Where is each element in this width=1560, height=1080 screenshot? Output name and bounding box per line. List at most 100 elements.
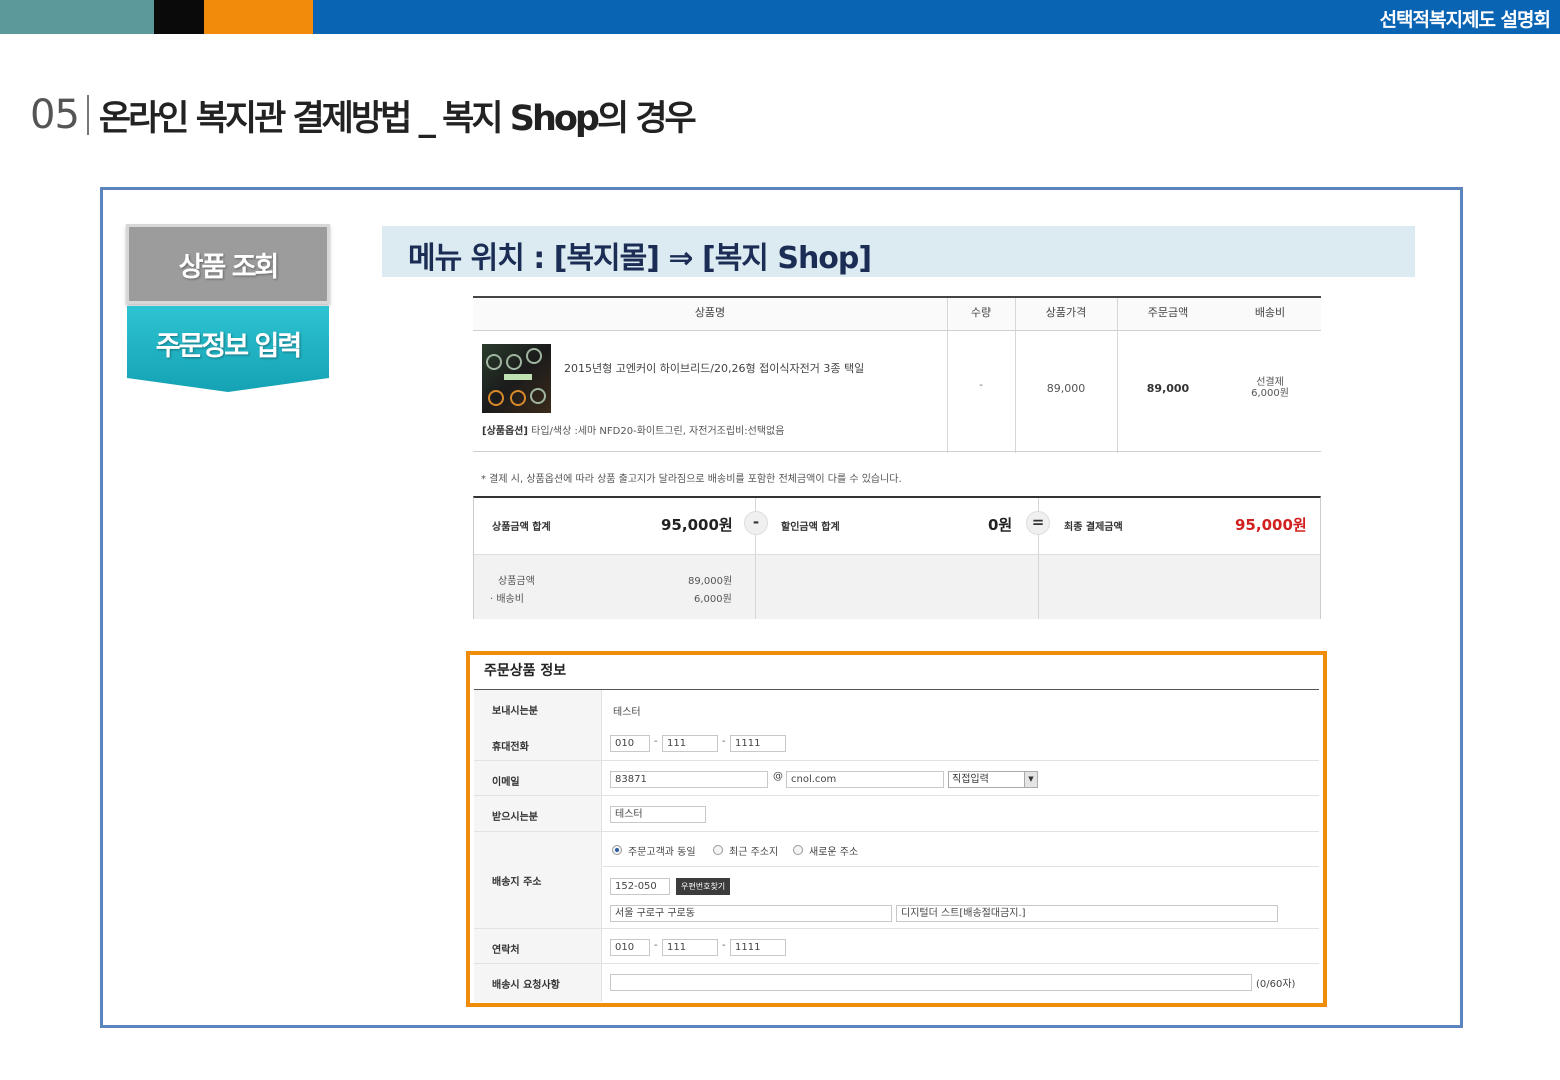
email-label: 이메일 bbox=[492, 777, 520, 788]
step-order-info-entry: 주문정보 입력 bbox=[127, 306, 329, 392]
banner-black-segment bbox=[154, 0, 204, 34]
email-domain-select[interactable]: 직접입력 ▼ bbox=[948, 771, 1038, 788]
contact-label: 연락처 bbox=[492, 945, 520, 956]
dash-separator: - bbox=[722, 736, 726, 747]
breakdown-product-label: 상품금액 bbox=[498, 576, 535, 587]
totals-breakdown-area bbox=[474, 554, 1320, 619]
dash-separator: - bbox=[722, 940, 726, 951]
bike-wheel-icon bbox=[488, 390, 504, 406]
delivery-request-input[interactable] bbox=[610, 974, 1252, 991]
step-product-search: 상품 조회 bbox=[126, 224, 330, 304]
menu-location-banner: 메뉴 위치 : [복지몰] ⇒ [복지 Shop] bbox=[382, 226, 1415, 277]
product-price: 89,000 bbox=[1046, 382, 1086, 395]
row-divider bbox=[603, 866, 1319, 867]
email-id-input[interactable]: 83871 bbox=[610, 771, 768, 788]
mobile-label: 휴대전화 bbox=[492, 742, 529, 753]
mobile-part1-input[interactable]: 010 bbox=[610, 735, 650, 752]
product-option: [상품옵션] 타입/색상 :세마 NFD20-화이트그린, 자전거조립비:선택없… bbox=[482, 422, 784, 437]
product-total-label: 상품금액 합계 bbox=[492, 522, 551, 533]
order-info-title: 주문상품 정보 bbox=[484, 663, 567, 679]
banner-blue-segment bbox=[313, 0, 1560, 34]
contact-part3-input[interactable]: 1111 bbox=[730, 939, 786, 956]
row-divider bbox=[474, 963, 1319, 964]
step-order-info-label: 주문정보 입력 bbox=[155, 331, 302, 362]
receiver-input[interactable]: 테스터 bbox=[610, 806, 706, 823]
sender-label: 보내시는분 bbox=[492, 706, 538, 717]
banner-orange-segment bbox=[204, 0, 313, 34]
address-label: 배송지 주소 bbox=[492, 877, 542, 888]
breakdown-shipping-label: · 배송비 bbox=[490, 594, 524, 605]
zipcode-input[interactable]: 152-050 bbox=[610, 878, 670, 895]
discount-total-value: 0원 bbox=[988, 516, 1013, 534]
row-divider bbox=[474, 831, 1319, 832]
request-char-counter: (0/60자) bbox=[1256, 979, 1296, 990]
col-divider bbox=[1117, 298, 1118, 453]
address2-input[interactable]: 디지털더 스트[배송절대금지.] bbox=[896, 905, 1278, 922]
bike-wheel-icon bbox=[506, 354, 522, 370]
mobile-part2-input[interactable]: 111 bbox=[662, 735, 718, 752]
col-header-qty: 수량 bbox=[970, 306, 992, 319]
presentation-brand: 선택적복지제도 설명회 bbox=[1379, 9, 1551, 31]
discount-total-label: 할인금액 합계 bbox=[781, 522, 840, 533]
row-divider bbox=[474, 760, 1319, 761]
bike-wheel-icon bbox=[530, 388, 546, 404]
address-same-label[interactable]: 주문고객과 동일 bbox=[628, 843, 696, 858]
col-divider bbox=[947, 298, 948, 453]
col-header-shipping: 배송비 bbox=[1254, 306, 1286, 319]
shipping-note: * 결제 시, 상품옵션에 따라 상품 출고지가 달라짐으로 배송비를 포함한 … bbox=[481, 474, 902, 485]
step-product-search-label: 상품 조회 bbox=[178, 251, 280, 283]
col-header-order-amount: 주문금액 bbox=[1147, 306, 1189, 319]
bike-wheel-icon bbox=[486, 354, 502, 370]
bike-wheel-icon bbox=[510, 390, 526, 406]
slide-number: 05 bbox=[30, 92, 80, 138]
sender-value: 테스터 bbox=[613, 707, 641, 718]
address1-input[interactable]: 서울 구로구 구로동 bbox=[610, 905, 892, 922]
shipping-fee: 6,000원 bbox=[1251, 388, 1289, 399]
email-at-sign: @ bbox=[773, 771, 783, 782]
row-divider bbox=[474, 795, 1319, 796]
product-name-link[interactable]: 2015년형 고엔커이 하이브리드/20,26형 접이식자전거 3종 택일 bbox=[564, 360, 864, 376]
product-table-header: 상품명 수량 상품가격 주문금액 배송비 bbox=[473, 298, 1321, 331]
product-qty: - bbox=[979, 380, 983, 391]
breakdown-shipping-value: 6,000원 bbox=[694, 594, 732, 605]
slide-title: 05 온라인 복지관 결제방법 _ 복지 Shop의 경우 bbox=[30, 90, 697, 140]
address-same-radio[interactable] bbox=[612, 845, 622, 855]
product-option-value: 타입/색상 :세마 NFD20-화이트그린, 자전거조립비:선택없음 bbox=[531, 426, 785, 437]
col-header-product-name: 상품명 bbox=[694, 306, 726, 319]
menu-location-text: 메뉴 위치 : [복지몰] ⇒ [복지 Shop] bbox=[408, 241, 872, 276]
order-info-highlight-box: 주문상품 정보 보내시는분 테스터 휴대전화 010 - 111 - 1111 … bbox=[466, 651, 1327, 1007]
product-total-value: 95,000원 bbox=[661, 516, 733, 534]
final-payment-value: 95,000원 bbox=[1235, 516, 1307, 534]
product-table: 상품명 수량 상품가격 주문금액 배송비 2015년형 고엔커이 하이브리드/2… bbox=[473, 296, 1321, 453]
breakdown-product-value: 89,000원 bbox=[688, 576, 733, 587]
title-divider bbox=[86, 95, 89, 135]
address-new-label[interactable]: 새로운 주소 bbox=[809, 843, 858, 858]
shipping-type: 선결제 bbox=[1256, 377, 1284, 388]
receiver-label: 받으시는분 bbox=[492, 812, 538, 823]
dash-separator: - bbox=[654, 940, 658, 951]
minus-icon: - bbox=[744, 511, 768, 535]
contact-part2-input[interactable]: 111 bbox=[662, 939, 718, 956]
zipcode-search-button[interactable]: 우편번호찾기 bbox=[676, 878, 731, 895]
row-divider bbox=[474, 928, 1319, 929]
col-divider bbox=[1015, 298, 1016, 453]
product-order-amount: 89,000 bbox=[1146, 382, 1190, 395]
payment-totals: 상품금액 합계 95,000원 - 할인금액 합계 0원 = 최종 결제금액 9… bbox=[473, 496, 1321, 619]
col-header-price: 상품가격 bbox=[1045, 306, 1087, 319]
thumbnail-label bbox=[504, 374, 532, 380]
top-banner: 선택적복지제도 설명회 bbox=[0, 0, 1560, 34]
bike-wheel-icon bbox=[526, 348, 542, 364]
mobile-part3-input[interactable]: 1111 bbox=[730, 735, 786, 752]
address-recent-label[interactable]: 최근 주소지 bbox=[729, 843, 778, 858]
address-recent-radio[interactable] bbox=[713, 845, 723, 855]
product-option-label: [상품옵션] bbox=[482, 426, 528, 437]
contact-part1-input[interactable]: 010 bbox=[610, 939, 650, 956]
product-table-bottom-border bbox=[473, 451, 1321, 452]
equals-icon: = bbox=[1026, 511, 1050, 535]
address-new-radio[interactable] bbox=[793, 845, 803, 855]
dash-separator: - bbox=[654, 736, 658, 747]
product-thumbnail[interactable] bbox=[482, 344, 551, 413]
email-domain-select-value: 직접입력 bbox=[952, 774, 989, 785]
email-domain-input[interactable]: cnol.com bbox=[786, 771, 944, 788]
slide-heading: 온라인 복지관 결제방법 _ 복지 Shop의 경우 bbox=[98, 98, 697, 139]
